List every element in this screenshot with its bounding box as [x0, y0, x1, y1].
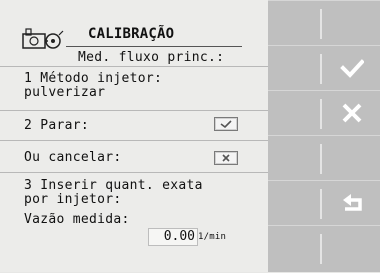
side-button-6[interactable]: [268, 225, 380, 273]
button-divider: [320, 189, 322, 219]
page-subtitle: Med. fluxo princ.:: [78, 50, 225, 65]
header: CALIBRAÇÃO Med. fluxo princ.:: [0, 0, 268, 65]
title-divider: [66, 46, 242, 47]
measured-flow-input[interactable]: 0.00: [148, 228, 198, 246]
close-icon: [342, 103, 362, 123]
cancel-key-hint: [214, 151, 238, 165]
page-title: CALIBRAÇÃO: [88, 26, 175, 42]
button-divider: [320, 144, 322, 174]
side-button-cancel[interactable]: [268, 90, 380, 136]
button-divider: [320, 234, 322, 264]
return-icon: [343, 194, 362, 211]
button-divider: [320, 54, 322, 84]
confirm-key-hint: [214, 117, 238, 131]
step1-row: 1 Método injetor: pulverizar: [0, 66, 268, 111]
flow-calibration-icon: [22, 28, 64, 49]
step3-row: 3 Inserir quant. exata por injetor: Vazã…: [0, 172, 268, 273]
cancel-row: Ou cancelar:: [0, 140, 268, 173]
check-icon: [220, 120, 232, 129]
main-panel: CALIBRAÇÃO Med. fluxo princ.: 1 Método i…: [0, 0, 268, 272]
button-divider: [320, 99, 322, 129]
step2-text: 2 Parar:: [24, 118, 90, 133]
close-icon: [222, 154, 230, 162]
side-button-4[interactable]: [268, 135, 380, 181]
button-divider: [320, 9, 322, 39]
side-button-back[interactable]: [268, 180, 380, 226]
side-button-1[interactable]: [268, 0, 380, 46]
side-button-confirm[interactable]: [268, 45, 380, 91]
step1-text: 1 Método injetor: pulverizar: [24, 71, 163, 100]
step2-row: 2 Parar:: [0, 110, 268, 141]
check-icon: [340, 59, 364, 78]
step3-text: 3 Inserir quant. exata por injetor:: [24, 178, 203, 207]
measured-flow-label: Vazão medida:: [24, 212, 130, 227]
measured-flow-unit: 1/min: [198, 232, 227, 242]
cancel-text: Ou cancelar:: [24, 150, 122, 165]
